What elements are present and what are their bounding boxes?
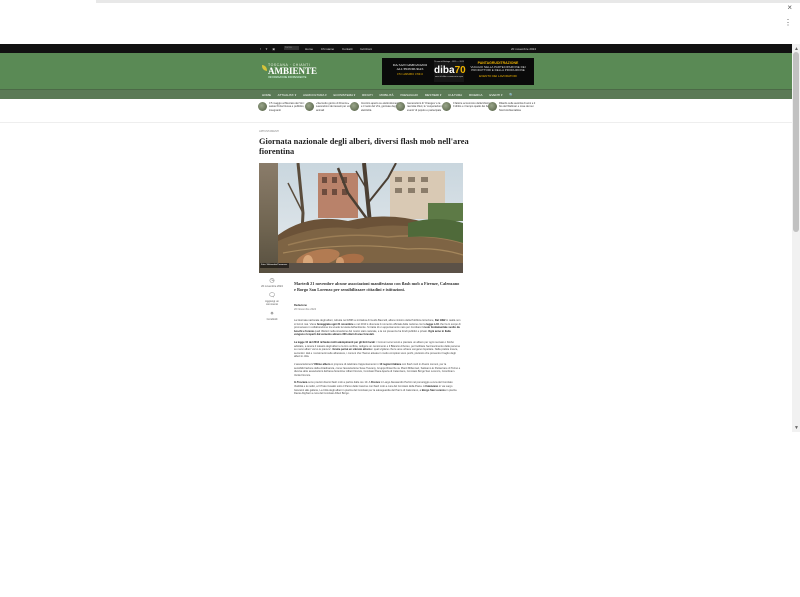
address-bar[interactable]: [96, 0, 800, 3]
search-input[interactable]: Cerca: [284, 46, 299, 50]
breadcrumb[interactable]: APPUNTAMENTI: [259, 130, 279, 133]
trending-thumbnail: [488, 102, 497, 111]
trending-thumbnail: [305, 102, 314, 111]
article-body: La Giornata nazionale degli alberi, isti…: [294, 319, 462, 400]
nav-item-paesaggio[interactable]: PAESAGGIO: [400, 93, 418, 97]
comment-icon: 🗨: [268, 293, 276, 299]
trending-thumbnail: [258, 102, 267, 111]
trending-item[interactable]: Incontro aperto su elettrodomestici e il…: [350, 101, 402, 117]
nav-item-rifiuti[interactable]: RIFIUTI: [362, 93, 373, 97]
paragraph: La Giornata nazionale degli alberi, isti…: [294, 319, 461, 337]
trending-item[interactable]: Il fattore economico della Mostra - Il d…: [442, 101, 494, 117]
article-lead: Martedì 21 novembre alcune associazioni …: [294, 281, 460, 292]
top-link-home[interactable]: Home: [305, 47, 313, 51]
nav-items: HOME ATTUALITA' ▾ AGRICOLTURA ▾ ECOSISTE…: [262, 93, 520, 97]
banner-brand: 70 anni di Bottega · 1955 — 2025 diba70 …: [434, 61, 466, 82]
hero-image-edge: [259, 163, 278, 273]
advert-banner[interactable]: DA SAN GIMIGNANO ALL'HONDURAS UN CAMMINO…: [382, 58, 534, 85]
paragraph: In Toscana sono previsti diversi flash m…: [294, 381, 457, 396]
logo-name: AMBIENTE: [268, 66, 318, 76]
hero-image: [278, 163, 463, 273]
trending-thumbnail: [396, 102, 405, 111]
main-nav: HOME ATTUALITA' ▾ AGRICOLTURA ▾ ECOSISTE…: [0, 89, 792, 99]
article-sidebar: ◷ 20 novembre 2024 🗨 Aggiungi un comment…: [259, 278, 285, 326]
scroll-down-icon[interactable]: ▼: [794, 425, 799, 431]
clock-icon: ◷: [269, 278, 275, 284]
trending-thumbnail: [442, 102, 451, 111]
trending-item[interactable]: Il 5 maggio al Mercato dei Vini: salute …: [258, 101, 310, 117]
nav-item-ricerca[interactable]: RICERCA: [469, 93, 483, 97]
nav-item-cultura[interactable]: CULTURA: [448, 93, 462, 97]
top-bar: f ♥ ▣ Cerca Home Chi siamo Contatti Iscr…: [0, 44, 792, 53]
share-icon: ⋄: [270, 311, 274, 317]
banner-left: DA SAN GIMIGNANO ALL'HONDURAS UN CAMMINO…: [392, 63, 428, 76]
social-icons[interactable]: f ♥ ▣: [260, 47, 277, 51]
image-caption: Foto: Wikimedia/Commons: [260, 263, 289, 268]
search-icon[interactable]: 🔍: [509, 93, 513, 97]
banner-right: PANTAGRUDITRAZIONE VIAGGIO NELLA PARTECI…: [470, 61, 526, 78]
nav-item-agricoltura[interactable]: AGRICOLTURA ▾: [303, 93, 327, 97]
article-byline: Redazione 20 Novembre 2024: [294, 304, 316, 311]
logo-subtitle: INFORMAZIONE INDIPENDENTE: [268, 76, 307, 79]
article-title: Giornata nazionale degli alberi, diversi…: [259, 137, 469, 156]
trending-strip: Il 5 maggio al Mercato dei Vini: salute …: [258, 101, 535, 119]
menu-icon[interactable]: ⋮: [784, 18, 792, 27]
trending-thumbnail: [350, 102, 359, 111]
nav-item-mestieri[interactable]: MESTIERI ▾: [425, 93, 442, 97]
paragraph: L'associazione L'Ultimo albero si propon…: [294, 362, 461, 377]
brand-name: diba: [434, 65, 455, 76]
trending-item[interactable]: Ritardo sulle autorità di anni e il bio …: [488, 101, 540, 117]
header-divider: [0, 122, 792, 123]
top-links: Home Chi siamo Contatti Iscrizioni: [305, 47, 379, 51]
nav-item-mobilita[interactable]: MOBILITÀ: [379, 93, 393, 97]
paragraph: La legge 10 del 2013 richiede molti adem…: [294, 340, 461, 359]
top-link-subscribe[interactable]: Iscrizioni: [360, 47, 372, 51]
browser-chrome: × ⋮: [0, 0, 800, 44]
trending-item[interactable]: Generazioni di 'Oranges' e la raccolta r…: [396, 101, 448, 117]
scroll-up-icon[interactable]: ▲: [794, 46, 799, 52]
nav-item-ecosistema[interactable]: ECOSISTEMA ▾: [333, 93, 355, 97]
sidebar-comments[interactable]: 🗨 Aggiungi un commento: [259, 293, 285, 306]
sidebar-share[interactable]: ⋄ Condividi: [259, 311, 285, 321]
top-link-about[interactable]: Chi siamo: [321, 47, 334, 51]
close-icon[interactable]: ×: [787, 3, 792, 12]
nav-item-home[interactable]: HOME: [262, 93, 271, 97]
scrollbar-thumb[interactable]: [793, 52, 799, 232]
brand-number: 70: [454, 65, 466, 76]
nav-item-eventi[interactable]: EVENTI ▾: [489, 93, 502, 97]
sidebar-date: ◷ 20 novembre 2024: [259, 278, 285, 288]
top-link-contacts[interactable]: Contatti: [342, 47, 352, 51]
article-date: 20 Novembre 2024: [294, 307, 317, 311]
site-logo[interactable]: TOSCANA · CHIANTI AMBIENTE INFORMAZIONE …: [268, 63, 317, 79]
nav-item-attualita[interactable]: ATTUALITA' ▾: [278, 93, 297, 97]
current-date: 20 novembre 2024: [511, 47, 537, 51]
